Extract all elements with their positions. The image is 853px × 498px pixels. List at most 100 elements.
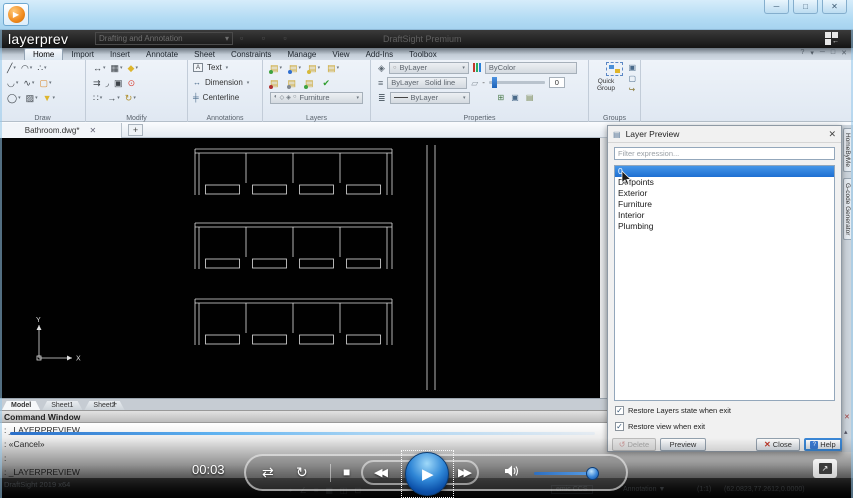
center-mark-icon[interactable]: ⊙: [128, 77, 136, 89]
cmd-close-icon[interactable]: ✕: [844, 413, 850, 421]
layer-list-item[interactable]: Interior: [615, 210, 834, 221]
ribbon-tab[interactable]: Toolbox: [401, 49, 445, 60]
quick-group-label[interactable]: Quick Group: [589, 78, 623, 92]
shuffle-icon[interactable]: ⇄: [262, 464, 274, 481]
transparency-value[interactable]: 0: [549, 77, 565, 88]
play-button[interactable]: ▶: [405, 452, 449, 496]
color-bars-icon[interactable]: [473, 63, 481, 72]
lineweight-icon[interactable]: ≡: [378, 77, 383, 89]
ribbon-tab[interactable]: Sheet: [186, 49, 223, 60]
minimize-mini-button[interactable]: ─: [820, 49, 825, 57]
slider-knob[interactable]: [492, 77, 497, 88]
loop-icon[interactable]: ↻: [296, 464, 308, 481]
layer-list-item[interactable]: 0: [615, 166, 834, 177]
drawing-canvas[interactable]: YX: [0, 138, 600, 398]
array-icon[interactable]: ∷▾: [93, 92, 102, 104]
dialog-close-icon[interactable]: ✕: [828, 129, 836, 140]
dialog-titlebar[interactable]: ▤ Layer Preview ✕: [608, 126, 841, 143]
rectangle-icon[interactable]: ▢▾: [39, 77, 51, 89]
circle-icon[interactable]: ◯▾: [7, 92, 21, 104]
dimension-tool[interactable]: ↔ Dimension ▾: [188, 75, 262, 90]
help-mini-button[interactable]: ?: [801, 49, 805, 57]
help-button[interactable]: ? Help: [804, 438, 842, 451]
group-manager-icon[interactable]: ↪: [628, 85, 636, 94]
layer-list-item[interactable]: Defpoints: [615, 177, 834, 188]
point-icon[interactable]: ∴▾: [37, 62, 46, 74]
transparency-slider[interactable]: [489, 81, 545, 84]
transparency-icon[interactable]: ▱: [471, 77, 478, 89]
fullscreen-button[interactable]: ↗: [813, 459, 837, 478]
workspace-selector[interactable]: Drafting and Annotation ▾: [95, 32, 233, 45]
pattern-icon[interactable]: ▦▾: [111, 62, 123, 74]
add-sheet-button[interactable]: +: [108, 399, 121, 409]
canvas-scrollbar[interactable]: [600, 138, 607, 398]
line-icon[interactable]: ╱▾: [7, 62, 16, 74]
ribbon-tab[interactable]: Manage: [279, 49, 324, 60]
polygon-icon[interactable]: ▼▾: [43, 92, 55, 104]
window-maximize-button[interactable]: □: [793, 0, 818, 14]
side-tab-gcode[interactable]: G-code Generator: [843, 178, 851, 240]
arc-icon[interactable]: ◡▾: [7, 77, 18, 89]
layer-check-icon[interactable]: ✔: [323, 77, 331, 89]
layer-off-icon[interactable]: ▤: [270, 77, 279, 89]
scroll-up-icon[interactable]: ▴: [844, 428, 848, 436]
by-color-combo[interactable]: ByColor: [485, 62, 577, 74]
ribbon-tab[interactable]: Insert: [102, 49, 138, 60]
window-minimize-button[interactable]: ─: [764, 0, 789, 14]
side-tab-homebyme[interactable]: HomeByMe: [843, 128, 851, 172]
stretch-icon[interactable]: ⇉: [93, 77, 101, 89]
window-close-button[interactable]: ✕: [822, 0, 847, 14]
property-page-icon[interactable]: ▤: [526, 93, 534, 102]
layer-selector-combo[interactable]: ◐◇◈○ Furniture ▾: [270, 92, 363, 104]
layer-list-item[interactable]: Plumbing: [615, 221, 834, 232]
quick-group-icon[interactable]: [606, 62, 623, 76]
hatch-icon[interactable]: ▨▾: [26, 92, 38, 104]
close-tab-icon[interactable]: ✕: [90, 126, 97, 135]
move-icon[interactable]: ↔▾: [93, 62, 106, 74]
fast-forward-button[interactable]: ▶▶: [458, 466, 469, 479]
rewind-button[interactable]: ◀◀: [374, 466, 385, 479]
edit-group-icon[interactable]: ▣: [628, 63, 636, 72]
layer-freeze-icon[interactable]: ▤▾: [289, 62, 301, 74]
mirror-icon[interactable]: ▣: [114, 77, 123, 89]
quick-access-toolbar[interactable]: ▫ ▫ ▫: [240, 33, 295, 43]
filter-expression-input[interactable]: [614, 147, 835, 160]
annotation-scale-selector[interactable]: Annotation ▼: [623, 486, 665, 493]
ribbon-tab[interactable]: Import: [63, 49, 102, 60]
restore-view-checkbox[interactable]: ✓: [615, 422, 624, 431]
line-color-combo[interactable]: ○ ByLayer ▾: [389, 62, 469, 74]
preview-button[interactable]: Preview: [660, 438, 706, 451]
sheet-tab[interactable]: Sheet1: [42, 401, 82, 410]
caret-mini-icon[interactable]: ▾: [810, 49, 814, 57]
volume-icon[interactable]: [504, 464, 520, 478]
linetype-combo[interactable]: ByLayer ▾: [390, 92, 470, 104]
layer-unisolate-icon[interactable]: ▤: [305, 77, 314, 89]
ribbon-tab[interactable]: Home: [24, 48, 63, 60]
polyline-icon[interactable]: ◠▾: [21, 62, 32, 74]
spline-icon[interactable]: ∿▾: [23, 77, 34, 89]
layer-states-icon[interactable]: ▤▾: [327, 62, 339, 74]
close-button[interactable]: ✕ Close: [756, 438, 800, 451]
layer-list-item[interactable]: Furniture: [615, 199, 834, 210]
ribbon-display-options-icon[interactable]: ←: [825, 32, 839, 46]
erase-icon[interactable]: ◆▾: [128, 62, 138, 74]
centerline-tool[interactable]: ╪ Centerline: [188, 90, 262, 105]
player-play-chip[interactable]: ▶: [3, 3, 29, 26]
restore-layers-checkbox[interactable]: ✓: [615, 406, 624, 415]
sheet-tab[interactable]: Model: [2, 401, 40, 410]
document-tab[interactable]: Bathroom.dwg* ✕: [0, 123, 122, 138]
volume-knob[interactable]: [586, 467, 599, 480]
delete-button[interactable]: ↺ Delete: [612, 438, 656, 451]
stop-button[interactable]: ■: [343, 465, 350, 479]
ribbon-tab[interactable]: Annotate: [138, 49, 186, 60]
new-tab-button[interactable]: +: [128, 124, 143, 136]
fill-color-icon[interactable]: ◈: [378, 62, 385, 74]
layer-lock-icon[interactable]: ▤▾: [308, 62, 320, 74]
layer-properties-icon[interactable]: ▤▾: [270, 62, 282, 74]
properties-panel-icon[interactable]: ▣: [511, 93, 519, 102]
linestyle-icon[interactable]: ≣: [378, 92, 386, 104]
text-tool[interactable]: A Text ▾: [188, 60, 262, 75]
close-mini-button[interactable]: ✕: [841, 49, 847, 57]
rotate-icon[interactable]: ↻▾: [125, 92, 136, 104]
layer-isolate-icon[interactable]: ▤: [288, 77, 297, 89]
